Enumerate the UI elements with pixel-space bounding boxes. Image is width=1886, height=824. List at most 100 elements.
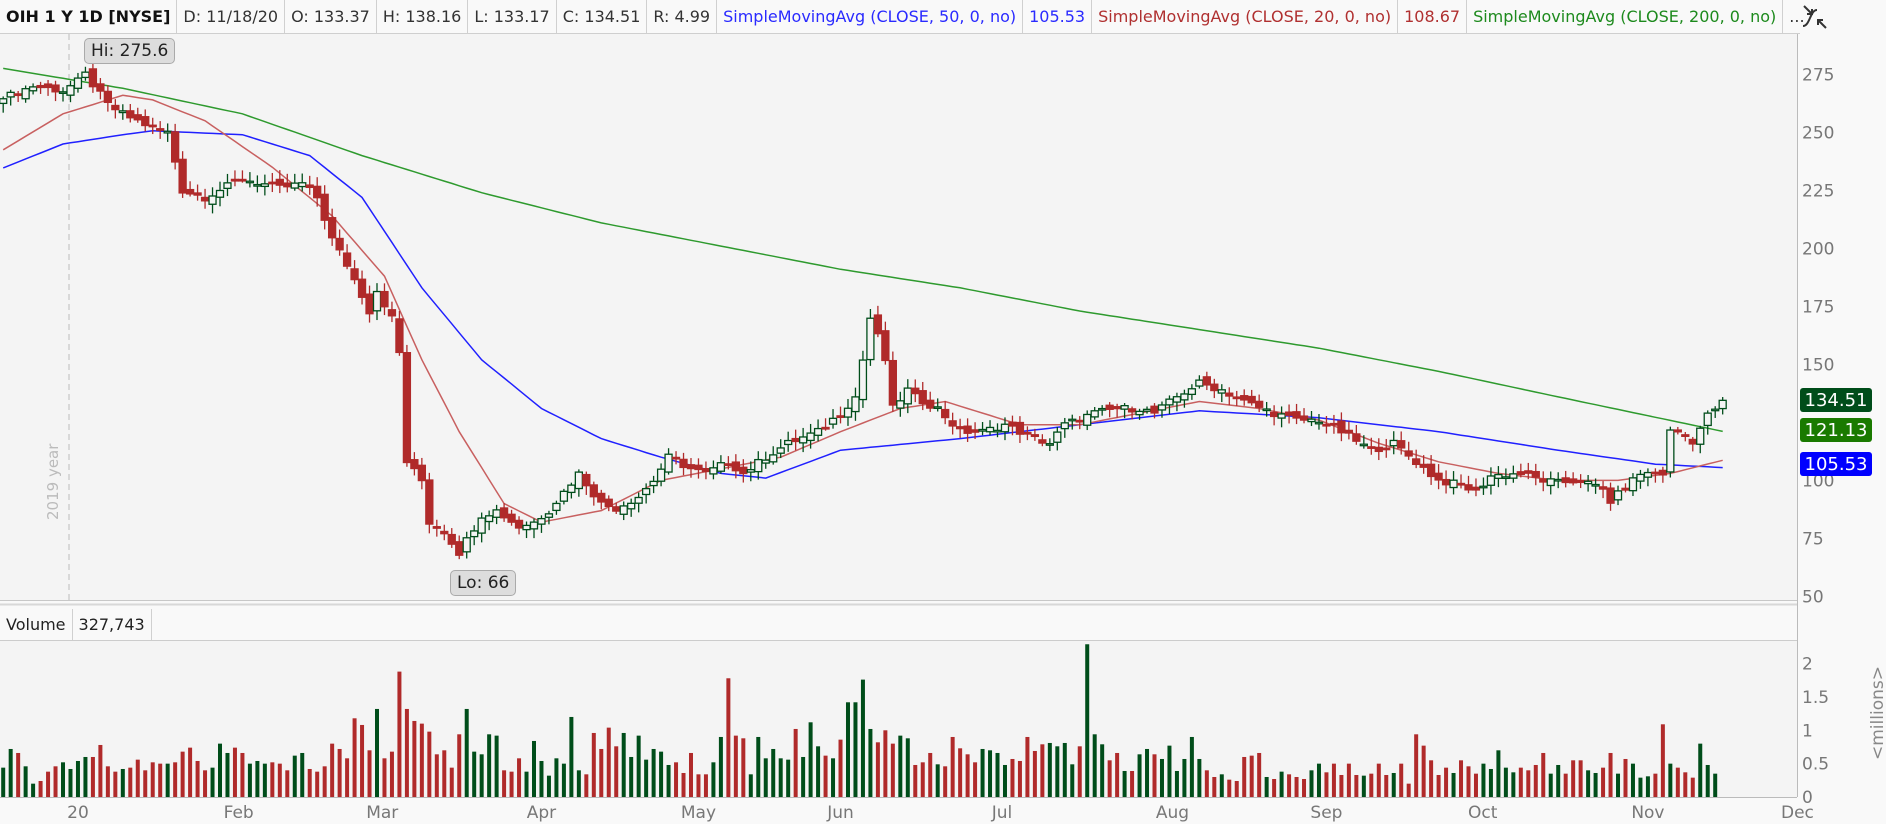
candle-body: [118, 110, 127, 114]
candle-body: [1636, 473, 1645, 482]
volume-bar: [1459, 760, 1464, 797]
volume-bar: [1683, 772, 1688, 797]
volume-bar: [46, 771, 51, 797]
last-price-badge: 134.51: [1800, 388, 1872, 412]
candle-body: [357, 278, 367, 298]
candle-body: [582, 473, 591, 487]
candle-body: [948, 420, 957, 427]
volume-bar: [113, 771, 118, 797]
candle-body: [1172, 396, 1182, 403]
candle-body: [484, 515, 494, 523]
candle-body: [432, 526, 441, 529]
volume-bar: [1010, 758, 1015, 797]
volume-bar: [808, 722, 813, 797]
volume-bar: [1361, 775, 1366, 797]
volume-bar: [1451, 772, 1456, 797]
volume-bar: [128, 767, 133, 797]
candle-body: [574, 471, 584, 490]
candle-body: [1583, 480, 1593, 485]
candle-body: [1142, 408, 1152, 412]
candle-body: [731, 461, 740, 472]
x-tick-label: Sep: [1310, 803, 1342, 823]
volume-bar: [285, 770, 290, 797]
candle-body: [993, 429, 1002, 433]
candle-body: [671, 456, 681, 460]
candle-body: [1456, 482, 1466, 486]
volume-bar: [599, 748, 604, 797]
candle-body: [305, 184, 314, 189]
volume-bar: [1040, 744, 1045, 797]
volume-bar: [1571, 760, 1576, 797]
candle-body: [350, 268, 359, 281]
candle-body: [1307, 418, 1316, 423]
volume-bar: [688, 752, 693, 797]
volume-bar: [345, 758, 350, 797]
volume-bar: [1548, 773, 1553, 797]
candle-body: [1696, 427, 1705, 445]
volume-bar: [1249, 755, 1254, 797]
candle-body: [634, 496, 643, 504]
volume-bar: [1219, 774, 1224, 797]
candle-body: [1576, 480, 1585, 484]
candle-body: [529, 521, 539, 530]
volume-bar: [1115, 752, 1120, 797]
candle-body: [955, 426, 965, 430]
volume-header: Volume 327,743: [0, 609, 1797, 641]
candle-body: [1621, 487, 1630, 491]
volume-bar: [606, 727, 611, 797]
volume-bar: [419, 723, 424, 797]
volume-bar: [1242, 756, 1247, 797]
candle-body: [709, 467, 718, 475]
volume-bar: [1391, 772, 1396, 797]
volume-bar: [1137, 754, 1142, 797]
volume-bar: [23, 766, 28, 797]
price-volume-chart[interactable]: 275250225200175150100755000.511.5220 Feb M…: [0, 0, 1886, 824]
price-tick-label: 175: [1802, 297, 1834, 317]
candle-body: [1479, 485, 1488, 489]
candle-body: [51, 84, 60, 93]
volume-tick-label: 2: [1802, 655, 1813, 675]
candle-body: [1397, 440, 1406, 449]
candle-body: [739, 466, 748, 475]
candle-body: [724, 463, 733, 467]
volume-bar: [1189, 736, 1194, 797]
volume-bar: [143, 770, 148, 797]
volume-bar: [1047, 742, 1052, 797]
candle-body: [1389, 439, 1398, 447]
volume-bar: [1668, 763, 1673, 797]
candle-body: [813, 427, 823, 436]
price-pane[interactable]: [0, 34, 1797, 600]
volume-bar: [644, 759, 649, 797]
volume-bar: [330, 743, 335, 797]
candle-body: [514, 519, 524, 529]
candle-body: [1060, 422, 1069, 430]
candle-body: [126, 110, 135, 119]
candle-body: [537, 517, 546, 525]
candle-body: [1232, 396, 1241, 400]
volume-bar: [262, 763, 267, 797]
volume-bar: [75, 760, 80, 797]
candle-body: [604, 498, 613, 508]
candle-body: [1426, 463, 1436, 478]
candle-body: [873, 314, 883, 335]
candle-body: [1666, 429, 1675, 473]
candle-body: [1299, 415, 1309, 421]
volume-bar: [1182, 758, 1187, 797]
candle-body: [1501, 476, 1511, 480]
candle-body: [1202, 376, 1211, 386]
x-tick-label: Apr: [527, 803, 556, 823]
candle-body: [1434, 472, 1443, 481]
volume-bar: [315, 771, 320, 797]
volume-bar: [1593, 772, 1598, 797]
volume-bar: [1630, 763, 1635, 797]
volume-bar: [367, 750, 372, 797]
volume-bar: [203, 770, 208, 797]
volume-bar: [375, 708, 379, 797]
candle-body: [1120, 405, 1129, 410]
volume-bar: [726, 678, 731, 797]
candle-body: [66, 85, 75, 96]
volume-bar: [1152, 754, 1157, 797]
candle-body: [1509, 473, 1518, 479]
candle-body: [1539, 478, 1548, 483]
volume-bar: [494, 735, 499, 797]
